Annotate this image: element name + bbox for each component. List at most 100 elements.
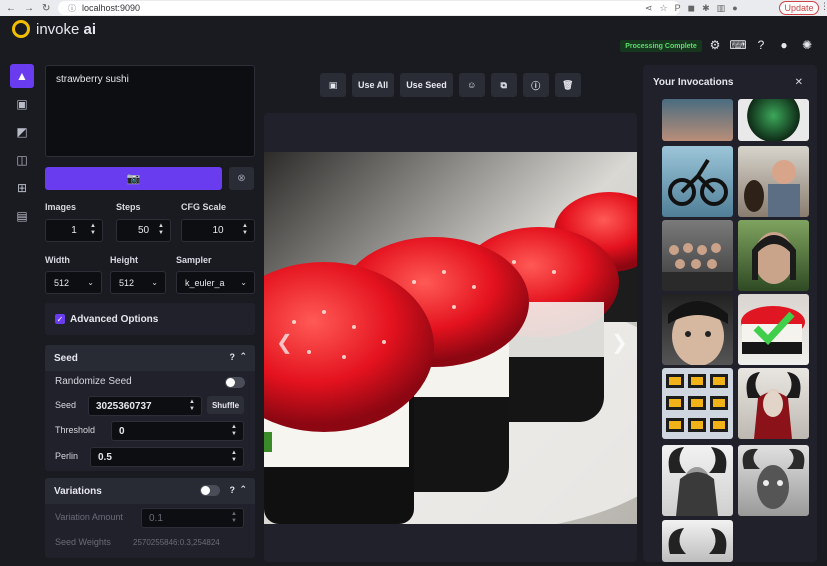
face-icon: ☺	[467, 80, 477, 90]
variations-header[interactable]: Variations ? ⌃	[45, 478, 255, 504]
randomize-seed-label: Randomize Seed	[55, 376, 132, 387]
perlin-input[interactable]: 0.5 ▲ ▼	[90, 447, 244, 467]
gallery-thumbnail[interactable]	[662, 99, 733, 141]
stepper-icon[interactable]: ▲ ▼	[242, 223, 248, 237]
use-seed-button[interactable]: Use Seed	[400, 73, 453, 97]
extension-icon[interactable]: P	[675, 3, 681, 13]
invoke-button[interactable]: 📷	[45, 167, 222, 190]
forward-icon[interactable]: →	[24, 3, 34, 14]
height-select[interactable]: 512 ⌄	[110, 271, 166, 294]
gear-icon[interactable]: ⚙	[708, 38, 722, 52]
browser-menu-icon[interactable]: ⋮	[820, 1, 827, 12]
gallery-thumbnail[interactable]	[738, 220, 809, 291]
gallery-thumbnail[interactable]	[662, 220, 733, 291]
info-button[interactable]: ⓘ	[522, 73, 549, 97]
sidebar-item-nodes[interactable]: ⊞	[10, 176, 34, 200]
nodes-icon: ⊞	[16, 181, 28, 195]
prompt-input[interactable]: strawberry sushi	[45, 65, 255, 157]
profile-avatar[interactable]: ●	[732, 3, 737, 13]
gallery-thumbnail[interactable]	[738, 294, 809, 365]
variation-amount-value: 0.1	[149, 512, 163, 524]
stepper-icon[interactable]: ▲ ▼	[189, 399, 195, 413]
trash-icon: 🗑	[562, 79, 574, 90]
seed-weights-input[interactable]: 2570255846:0.3,254824	[133, 538, 220, 547]
stepper-icon[interactable]: ▲ ▼	[231, 511, 237, 525]
sidebar-item-inpainting[interactable]: ◩	[10, 120, 34, 144]
seed-weights-label: Seed Weights	[55, 537, 111, 547]
threshold-value: 0	[119, 425, 125, 437]
seed-input[interactable]: 3025360737 ▲ ▼	[88, 396, 202, 416]
width-select[interactable]: 512 ⌄	[45, 271, 102, 294]
goat-icon	[742, 448, 805, 509]
delete-button[interactable]: 🗑	[554, 73, 581, 97]
sampler-label: Sampler	[176, 255, 212, 265]
help-icon[interactable]: ?	[230, 485, 236, 495]
star-icon[interactable]: ☆	[660, 3, 668, 14]
gallery-thumbnail[interactable]	[738, 445, 809, 516]
stepper-icon[interactable]: ▲ ▼	[90, 223, 96, 237]
variations-toggle[interactable]	[200, 485, 220, 496]
stepper-icon[interactable]: ▲ ▼	[231, 424, 237, 438]
keyboard-icon[interactable]: ⌨	[729, 38, 746, 52]
next-image-icon[interactable]: ❯	[611, 330, 628, 355]
gallery-thumbnail[interactable]	[662, 294, 733, 365]
sidebar-item-txt2img[interactable]: ▲	[10, 64, 34, 88]
gallery-title: Your Invocations	[653, 77, 734, 88]
current-image	[264, 152, 637, 524]
portrait-icon	[744, 160, 800, 217]
seed-header[interactable]: Seed ? ⌃	[45, 345, 255, 371]
close-icon[interactable]: ✕	[795, 77, 803, 88]
info-icon[interactable]: ⓘ	[68, 3, 76, 14]
gallery-thumbnail[interactable]	[738, 368, 809, 439]
sidebar-item-postprocess[interactable]: ▤	[10, 204, 34, 228]
upscale-button[interactable]: ⧉	[490, 73, 517, 97]
shuffle-button[interactable]: Shuffle	[207, 396, 244, 414]
variation-amount-input[interactable]: 0.1 ▲ ▼	[141, 508, 244, 528]
send-to-img2img-button[interactable]: ▣	[320, 73, 346, 97]
images-value: 1	[71, 225, 77, 236]
use-all-button[interactable]: Use All	[352, 73, 395, 97]
image-to-image-icon: ▣	[16, 97, 28, 111]
discord-icon[interactable]: ✺	[800, 38, 814, 52]
gallery-thumbnail[interactable]	[662, 368, 733, 439]
github-icon[interactable]: ●	[777, 38, 791, 52]
gallery-thumbnail[interactable]	[738, 146, 809, 217]
variation-amount-label: Variation Amount	[55, 512, 123, 522]
zoom-icon[interactable]: ◼	[688, 3, 695, 14]
threshold-input[interactable]: 0 ▲ ▼	[111, 421, 244, 441]
previous-image-icon[interactable]: ❮	[276, 330, 293, 355]
outpainting-icon: ◫	[16, 153, 28, 167]
images-input[interactable]: 1 ▲ ▼	[45, 219, 103, 242]
chevron-up-icon[interactable]: ⌃	[239, 484, 247, 495]
sidebar-item-outpainting[interactable]: ◫	[10, 148, 34, 172]
sampler-select[interactable]: k_euler_a ⌄	[176, 271, 255, 294]
sidepanel-icon[interactable]: ▥	[717, 3, 726, 14]
gallery-thumbnail[interactable]	[662, 520, 733, 562]
cfg-value: 10	[212, 225, 224, 236]
chevron-up-icon[interactable]: ⌃	[239, 351, 247, 362]
gallery-thumbnail[interactable]	[662, 146, 733, 217]
restore-faces-button[interactable]: ☺	[458, 73, 485, 97]
gallery-thumbnail[interactable]	[662, 445, 733, 516]
width-value: 512	[54, 277, 70, 288]
address-bar[interactable]: ⓘ localhost:9090	[58, 1, 680, 15]
stepper-icon[interactable]: ▲ ▼	[158, 223, 164, 237]
cfg-input[interactable]: 10 ▲ ▼	[181, 219, 255, 242]
cancel-button[interactable]: ⊗	[229, 167, 254, 190]
back-icon[interactable]: ←	[6, 3, 16, 14]
sidebar-item-img2img[interactable]: ▣	[10, 92, 34, 116]
checkbox-icon[interactable]: ✓	[55, 314, 65, 324]
gallery-thumbnail[interactable]	[738, 99, 809, 141]
update-button[interactable]: Update	[779, 1, 819, 15]
help-icon[interactable]: ?	[754, 38, 768, 52]
demon-icon	[668, 528, 727, 554]
help-icon[interactable]: ?	[230, 352, 236, 362]
advanced-options-toggle[interactable]: ✓ Advanced Options	[45, 303, 255, 335]
reload-icon[interactable]: ↻	[42, 3, 50, 14]
info-icon: ⓘ	[531, 80, 541, 91]
steps-input[interactable]: 50 ▲ ▼	[116, 219, 171, 242]
share-icon[interactable]: ⋖	[645, 3, 653, 14]
randomize-seed-toggle[interactable]	[225, 377, 245, 388]
stepper-icon[interactable]: ▲ ▼	[231, 450, 237, 464]
puzzle-icon[interactable]: ✱	[702, 3, 710, 14]
